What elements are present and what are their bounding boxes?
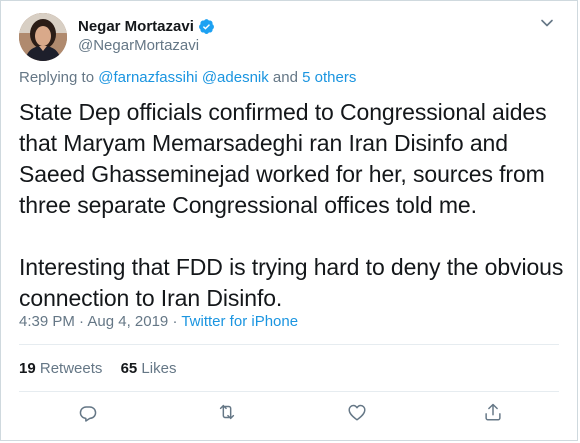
meta-separator: ·	[168, 313, 182, 330]
like-icon[interactable]	[346, 401, 368, 423]
display-name[interactable]: Negar Mortazavi	[78, 18, 194, 35]
others-link[interactable]: 5 others	[302, 69, 356, 86]
replying-prefix: Replying to	[19, 69, 99, 86]
mention-link[interactable]: @farnazfassihi	[98, 69, 197, 86]
tweet-stats: 19 Retweets 65 Likes	[19, 360, 190, 377]
share-icon[interactable]	[482, 401, 504, 423]
handle[interactable]: @NegarMortazavi	[78, 37, 199, 54]
likes-stat[interactable]: 65 Likes	[121, 360, 177, 377]
divider	[19, 391, 559, 392]
chevron-down-icon[interactable]	[539, 15, 555, 31]
retweets-label: Retweets	[39, 360, 103, 377]
verified-badge-icon	[198, 18, 215, 35]
retweets-count: 19	[19, 360, 36, 377]
retweets-stat[interactable]: 19 Retweets	[19, 360, 102, 377]
divider	[19, 344, 559, 345]
likes-label: Likes	[141, 360, 177, 377]
tweet-text: State Dep officials confirmed to Congres…	[19, 99, 564, 311]
action-bar	[1, 401, 577, 425]
retweet-icon[interactable]	[216, 401, 238, 423]
replying-and: and	[268, 69, 303, 86]
tweet-meta: 4:39 PM · Aug 4, 2019 · Twitter for iPho…	[19, 313, 298, 330]
replying-to: Replying to @farnazfassihi @adesnik and …	[19, 69, 356, 86]
likes-count: 65	[120, 360, 138, 377]
reply-icon[interactable]	[77, 401, 99, 423]
avatar[interactable]	[19, 13, 67, 61]
timestamp[interactable]: 4:39 PM · Aug 4, 2019	[19, 313, 168, 330]
tweet-card: Negar Mortazavi @NegarMortazavi Replying…	[0, 0, 578, 441]
source-link[interactable]: Twitter for iPhone	[181, 313, 298, 330]
mention-link[interactable]: @adesnik	[202, 69, 269, 86]
